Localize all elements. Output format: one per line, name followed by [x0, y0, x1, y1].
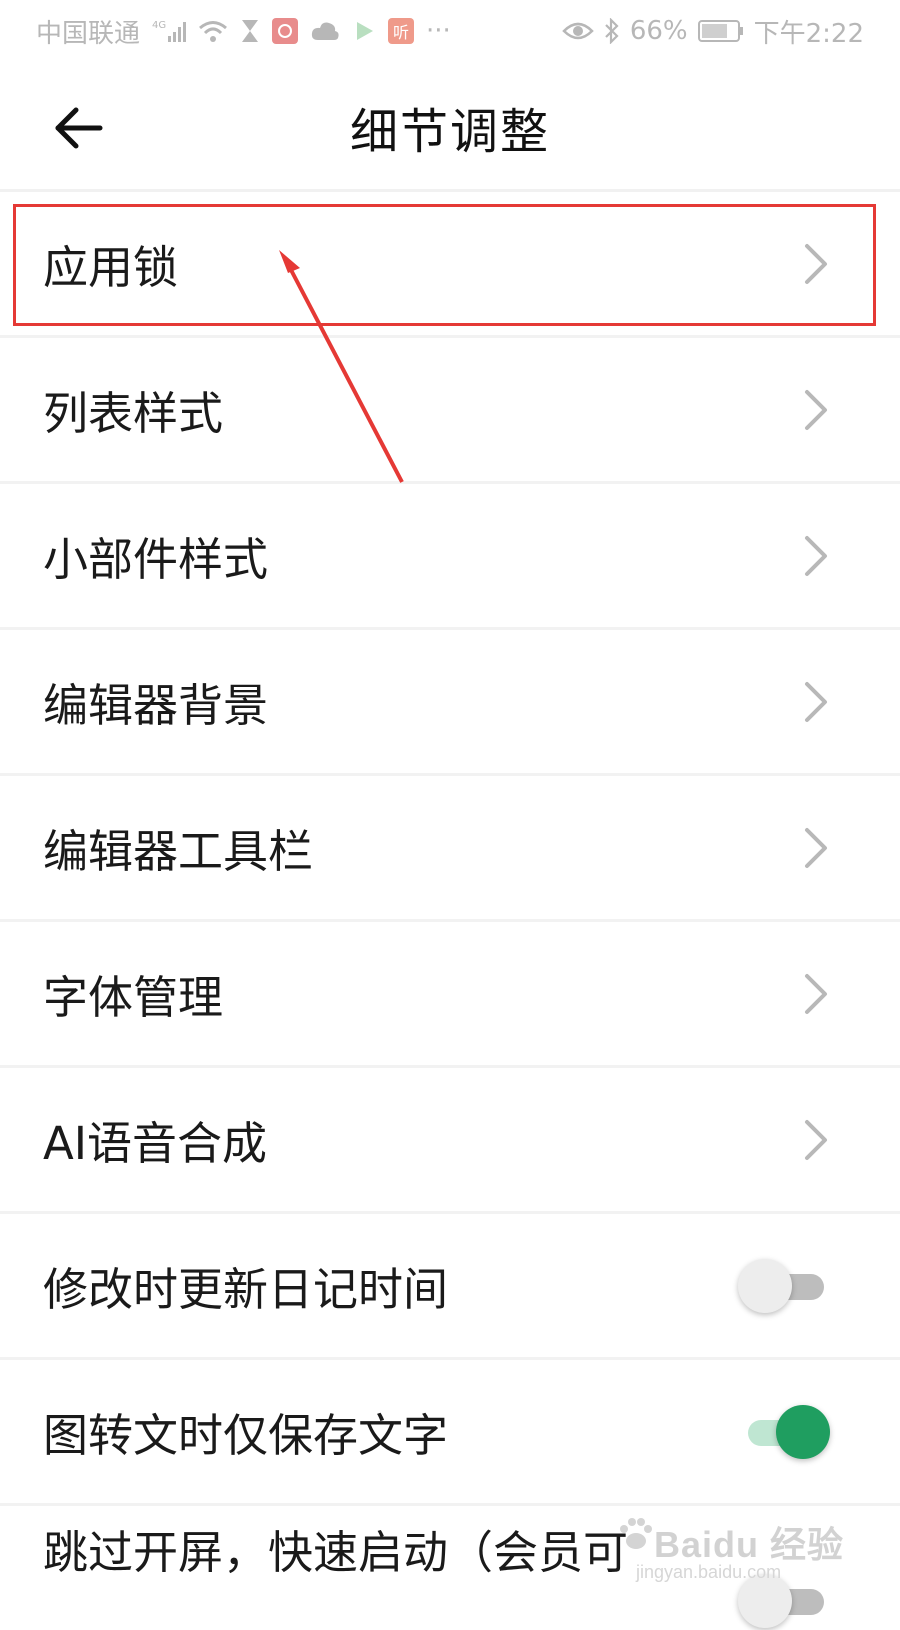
- settings-item-label: 修改时更新日记时间: [43, 1263, 449, 1316]
- toggle-knob: [738, 1574, 792, 1628]
- more-notifications: ···: [426, 16, 451, 46]
- chevron-right-icon: [805, 973, 827, 1014]
- hourglass-icon: [240, 18, 260, 44]
- status-right: 66% 下午2:22: [562, 13, 864, 50]
- settings-item-label: 跳过开屏，快速启动（会员可: [43, 1526, 629, 1579]
- ting-label: 听: [393, 23, 410, 42]
- settings-item-list-style[interactable]: 列表样式: [0, 338, 900, 484]
- carrier-label: 中国联通: [36, 18, 141, 49]
- arrow-left-icon: [55, 107, 103, 149]
- settings-item-save-text-only: 图转文时仅保存文字: [0, 1360, 900, 1506]
- network-type-label: 4G: [152, 20, 166, 31]
- signal-icon: 4G: [152, 18, 187, 44]
- update-diary-time-toggle[interactable]: [738, 1257, 830, 1315]
- chevron-right-icon: [805, 1119, 827, 1160]
- settings-item-label: 编辑器工具栏: [43, 825, 314, 878]
- settings-item-editor-toolbar[interactable]: 编辑器工具栏: [0, 776, 900, 922]
- back-button[interactable]: [48, 98, 108, 158]
- chevron-right-icon: [805, 681, 827, 722]
- toggle-knob: [738, 1258, 792, 1313]
- settings-item-label: 图转文时仅保存文字: [43, 1409, 449, 1462]
- bluetooth-icon: [604, 18, 620, 44]
- settings-item-label: 应用锁: [43, 241, 179, 294]
- status-bar: 中国联通 4G 听 ··· 66% 下午2:22: [0, 0, 900, 62]
- wifi-icon: [198, 19, 228, 43]
- settings-list: 应用锁 列表样式 小部件样式 编辑器背景 编辑器工具栏 字体管理 AI语音合成 …: [0, 192, 900, 1628]
- app-icon: [272, 18, 299, 44]
- settings-item-skip-splash: 跳过开屏，快速启动（会员可: [0, 1506, 900, 1628]
- battery-icon: [697, 19, 744, 43]
- settings-item-label: 字体管理: [43, 971, 224, 1024]
- save-text-only-toggle[interactable]: [738, 1403, 830, 1461]
- toggle-knob: [776, 1404, 830, 1459]
- chevron-right-icon: [805, 389, 827, 430]
- settings-item-label: AI语音合成: [43, 1117, 268, 1170]
- app-header: 细节调整: [0, 62, 900, 192]
- eye-icon: [562, 20, 594, 42]
- settings-item-label: 编辑器背景: [43, 679, 269, 732]
- settings-item-widget-style[interactable]: 小部件样式: [0, 484, 900, 630]
- play-icon: [352, 19, 376, 43]
- settings-item-app-lock[interactable]: 应用锁: [0, 192, 900, 338]
- settings-item-ai-speech[interactable]: AI语音合成: [0, 1068, 900, 1214]
- skip-splash-toggle[interactable]: [738, 1572, 830, 1630]
- battery-percent: 66%: [629, 16, 688, 46]
- clock: 下午2:22: [753, 18, 864, 49]
- status-left: 中国联通 4G 听 ···: [36, 13, 451, 50]
- chevron-right-icon: [805, 535, 827, 576]
- settings-item-editor-background[interactable]: 编辑器背景: [0, 630, 900, 776]
- chevron-right-icon: [805, 243, 827, 284]
- settings-item-update-diary-time: 修改时更新日记时间: [0, 1214, 900, 1360]
- chevron-right-icon: [805, 827, 827, 868]
- page-title: 细节调整: [349, 104, 550, 160]
- settings-item-label: 列表样式: [43, 387, 224, 440]
- ting-icon: 听: [388, 18, 415, 44]
- settings-item-font-management[interactable]: 字体管理: [0, 922, 900, 1068]
- settings-item-label: 小部件样式: [43, 533, 269, 586]
- cloud-icon: [310, 20, 340, 42]
